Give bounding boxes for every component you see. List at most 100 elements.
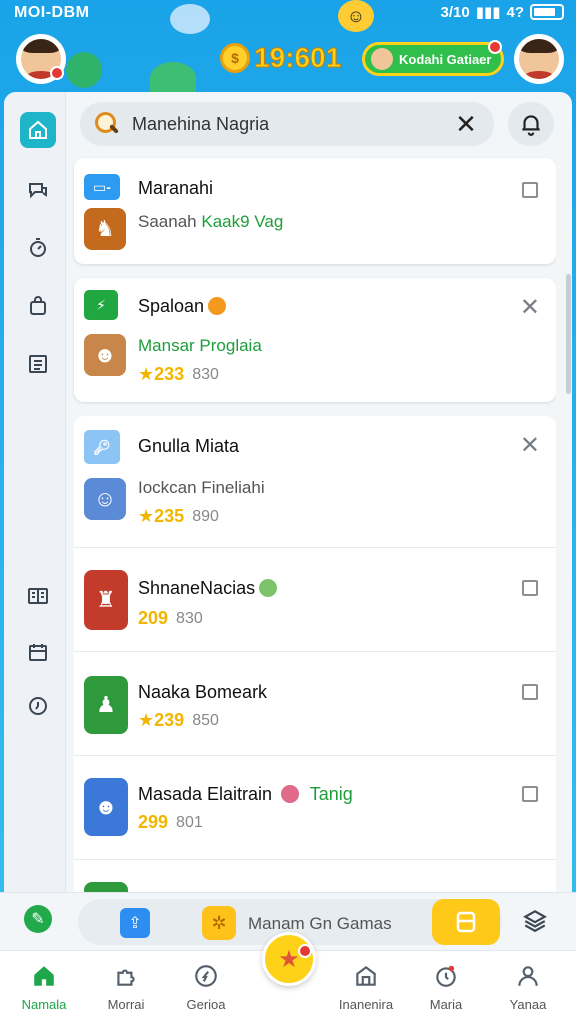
sidebar-timer-button[interactable]	[20, 230, 56, 266]
subtitle-gray: Iockcan Fineliahi	[138, 478, 265, 497]
list-item[interactable]: 🔑︎ Gnulla Miata ☺ Iockcan Fineliahi ★235…	[74, 416, 556, 548]
nav-home[interactable]: Namala	[4, 961, 84, 1012]
list-icon	[29, 355, 47, 373]
status-bar: MOI-DBM 3/10 ▮▮▮ 4?	[0, 0, 576, 28]
sidebar-book-button[interactable]	[20, 578, 56, 614]
item-rating: 209 830	[138, 608, 203, 629]
game-icon	[84, 882, 128, 892]
nav-label: Namala	[21, 997, 67, 1012]
nav-label: Gerioa	[186, 997, 226, 1012]
game-icon: ☺	[84, 478, 126, 520]
item-title: Spaloan	[138, 296, 227, 317]
list-item[interactable]: ▭- Maranahi ♞ Saanah Kaak9 Vag	[74, 158, 556, 264]
fire-icon	[208, 297, 227, 315]
clock-icon	[29, 697, 47, 715]
review-count: 830	[176, 609, 203, 627]
hill-decoration	[150, 62, 196, 94]
sidebar-bag-button[interactable]	[20, 288, 56, 324]
home-icon	[29, 961, 59, 991]
list-item[interactable]: ♜ ShnaneNacias 209 830	[74, 548, 556, 652]
star-rating-value: ★239	[138, 710, 185, 730]
share-icon: ⇪	[128, 915, 142, 932]
gear-icon: ✲	[211, 912, 227, 933]
dismiss-icon[interactable]: ✕	[520, 296, 540, 320]
nav-morrai[interactable]: Morrai	[86, 961, 166, 1012]
pill-label: Kodahi Gatiaer	[399, 51, 492, 67]
friend-avatar[interactable]	[514, 34, 564, 84]
item-title: ShnaneNacias	[138, 578, 278, 599]
list-item[interactable]: ☻ Masada Elaitrain Tanig 299 801	[74, 756, 556, 860]
book-icon	[28, 588, 48, 604]
coin-counter[interactable]: $ 19:601	[220, 42, 342, 74]
scrollbar[interactable]	[566, 274, 571, 394]
status-time: MOI-DBM	[14, 4, 90, 21]
pill-badge	[488, 40, 502, 54]
review-count: 830	[192, 365, 219, 383]
item-rating: 299 801	[138, 812, 203, 833]
item-title: Naaka Bomeark	[138, 682, 268, 702]
game-icon: ♜	[84, 570, 128, 630]
star-icon: ★	[278, 945, 300, 973]
item-rating: ★235 890	[138, 506, 219, 527]
sidebar-home-button[interactable]	[20, 112, 56, 148]
item-title-text: Spaloan	[138, 296, 205, 316]
compass-icon	[191, 961, 221, 991]
edit-button[interactable]: ✎	[24, 905, 52, 933]
friend-avatar-face	[519, 39, 559, 79]
bag-icon	[30, 296, 46, 315]
layers-button[interactable]	[520, 907, 550, 937]
user-icon	[513, 961, 543, 991]
wallet-button[interactable]	[432, 899, 500, 945]
star-rating-value: ★233	[138, 364, 185, 384]
item-checkbox[interactable]	[522, 786, 538, 802]
item-checkbox[interactable]	[522, 684, 538, 700]
avatar-badge	[50, 66, 64, 80]
search-input[interactable]	[132, 113, 452, 135]
nav-label: Yanaa	[509, 997, 547, 1012]
clear-search-icon[interactable]: ✕	[452, 109, 480, 140]
sidebar-calendar-button[interactable]	[20, 634, 56, 670]
sidebar-clock-button[interactable]	[20, 688, 56, 724]
item-title: Masada Elaitrain Tanig	[138, 784, 353, 805]
subtitle-green: Kaak9 Vag	[201, 212, 284, 231]
list-item[interactable]: ♟ Naaka Bomeark ★239 850	[74, 652, 556, 756]
status-icons: 3/10 ▮▮▮ 4?	[441, 3, 564, 21]
nav-profile[interactable]: Yanaa	[488, 961, 568, 1012]
emoji-icon	[281, 785, 300, 803]
nav-label: Inanenira	[338, 997, 394, 1012]
subtitle-green: Mansar Proglaia	[138, 336, 262, 355]
notification-button[interactable]	[508, 102, 554, 146]
item-checkbox[interactable]	[522, 580, 538, 596]
search-icon	[94, 111, 120, 137]
reward-pill-button[interactable]: Kodahi Gatiaer	[362, 42, 504, 76]
app-tag-icon: ⚡	[84, 290, 118, 320]
coin-value: 19:601	[253, 42, 342, 74]
dismiss-icon[interactable]: ✕	[520, 434, 540, 458]
search-bar[interactable]: ✕	[80, 102, 494, 146]
play-fab-button[interactable]: ★	[262, 932, 316, 986]
list-item[interactable]	[74, 860, 556, 892]
store-icon	[351, 961, 381, 991]
nav-label: Morrai	[107, 997, 145, 1012]
review-count: 850	[192, 711, 219, 729]
alarm-icon	[431, 961, 461, 991]
sidebar-chat-button[interactable]	[20, 172, 56, 208]
nav-inanenira[interactable]: Inanenira	[326, 961, 406, 1012]
signal-icon: ▮▮▮	[475, 4, 501, 21]
signal-text: 4?	[506, 3, 524, 21]
item-rating: ★233 830	[138, 364, 219, 385]
sidebar-list-button[interactable]	[20, 346, 56, 382]
list-item[interactable]: ⚡ Spaloan ☻ Mansar Proglaia ★233 830 ✕	[74, 278, 556, 402]
fab-badge	[298, 944, 312, 958]
chat-icon	[29, 183, 47, 199]
item-title-text: ShnaneNacias	[138, 578, 256, 598]
nav-gerioa[interactable]: Gerioa	[166, 961, 246, 1012]
games-button[interactable]: ✲	[202, 906, 236, 940]
toolbar-label: Manam Gn Gamas	[248, 914, 392, 933]
item-title-text: Masada Elaitrain	[138, 784, 273, 804]
star-rating-value: ★235	[138, 506, 185, 526]
item-checkbox[interactable]	[522, 182, 538, 198]
item-rating: ★239 850	[138, 710, 219, 731]
nav-maria[interactable]: Maria	[406, 961, 486, 1012]
share-button[interactable]: ⇪	[120, 908, 150, 938]
